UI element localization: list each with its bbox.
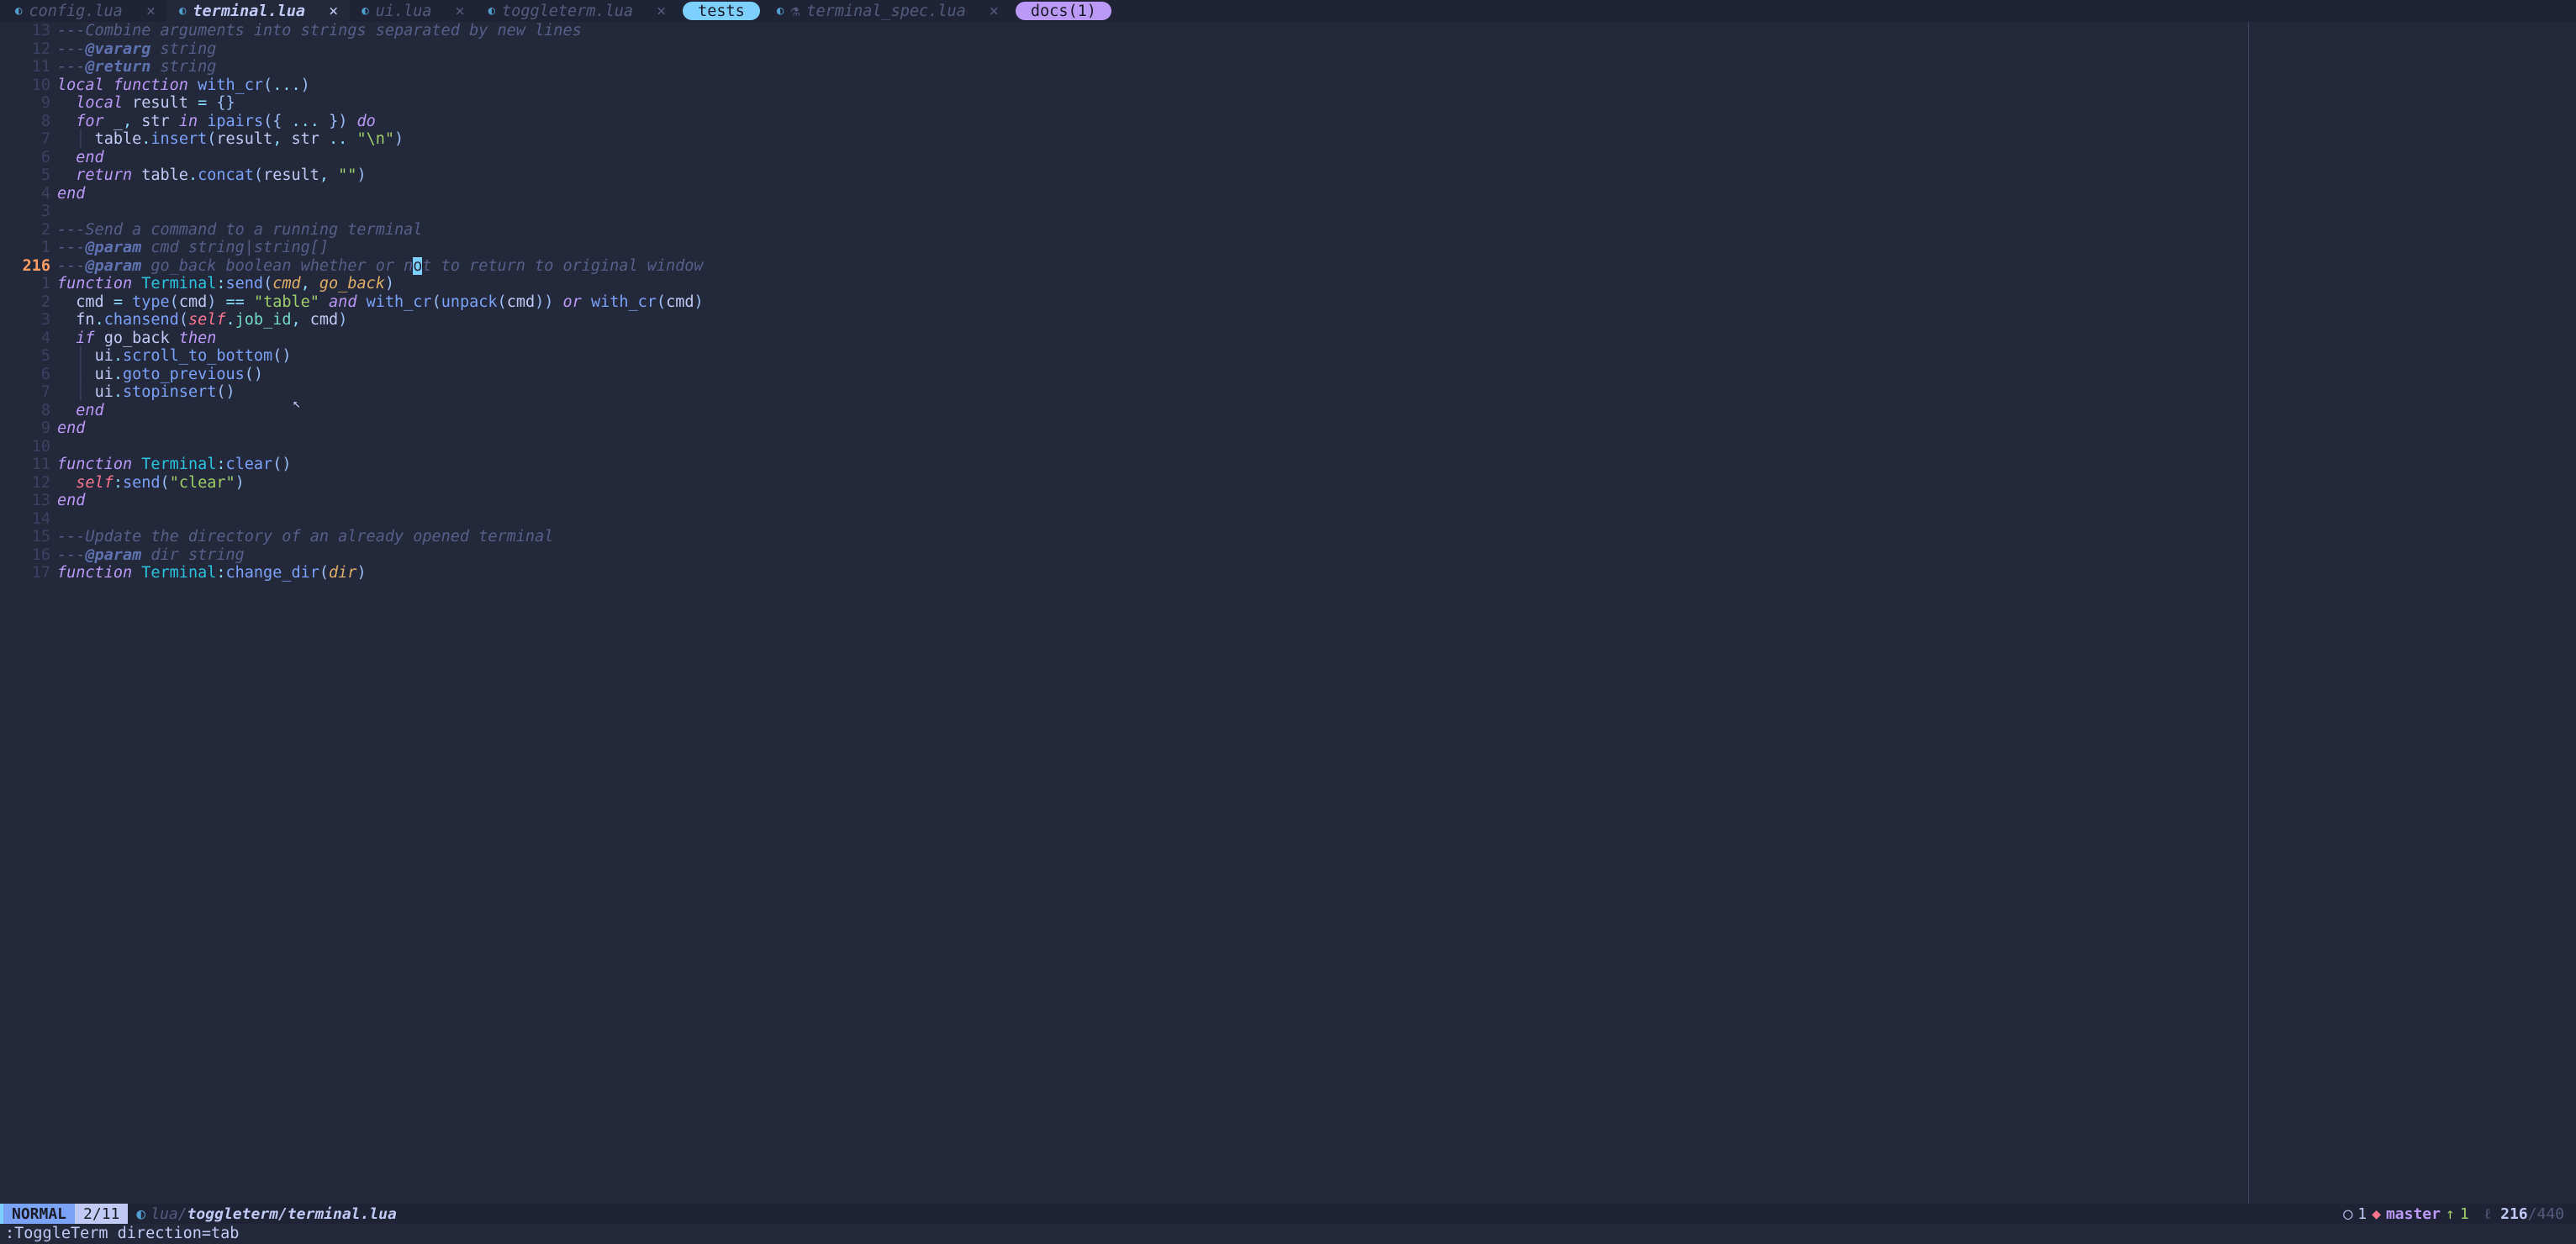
main-area: 1312111098765432121612345678910111213141…	[0, 22, 2576, 1204]
code-line[interactable]: local function with_cr(...)	[57, 76, 2248, 95]
path-prefix: lua/	[150, 1205, 187, 1223]
close-icon[interactable]: ×	[990, 3, 999, 20]
tab-label: terminal.lua	[193, 3, 305, 20]
cursor-position: ℓ 216/440	[2484, 1205, 2564, 1223]
code-line[interactable]: ---Update the directory of an already op…	[57, 528, 2248, 546]
code-line[interactable]: ---@param cmd string|string[]	[57, 239, 2248, 257]
lua-icon: ◐	[136, 1205, 145, 1223]
code-line[interactable]: function Terminal:change_dir(dir)	[57, 564, 2248, 582]
tab-config[interactable]: ◐ config.lua ×	[3, 0, 167, 22]
code-line[interactable]: for _, str in ipairs({ ... }) do	[57, 113, 2248, 131]
close-icon[interactable]: ×	[146, 3, 156, 20]
tabline: ◐ config.lua × ◐ terminal.lua × ◐ ui.lua…	[0, 0, 2576, 22]
tests-pill[interactable]: tests	[683, 2, 760, 20]
diff-icon: ◆	[2372, 1205, 2381, 1223]
code-line[interactable]: function Terminal:clear()	[57, 456, 2248, 474]
lua-icon: ◐	[777, 4, 784, 18]
code-line[interactable]: ---Combine arguments into strings separa…	[57, 22, 2248, 40]
code-line[interactable]	[57, 203, 2248, 221]
tab-ui[interactable]: ◐ ui.lua ×	[350, 0, 476, 22]
tab-terminal[interactable]: ◐ terminal.lua ×	[167, 0, 350, 22]
code-line[interactable]: fn.chansend(self.job_id, cmd)	[57, 311, 2248, 329]
lua-icon: ◐	[15, 4, 22, 18]
editor-root: ◐ config.lua × ◐ terminal.lua × ◐ ui.lua…	[0, 0, 2576, 1244]
tab-label: terminal_spec.lua	[806, 3, 965, 20]
statusline: NORMAL 2/11 ◐ lua/toggleterm/terminal.lu…	[0, 1204, 2576, 1224]
code-line[interactable]: end	[57, 492, 2248, 510]
command-line[interactable]: :ToggleTerm direction=tab	[0, 1224, 2576, 1244]
code-line[interactable]: ---@vararg string	[57, 40, 2248, 59]
code-split-left[interactable]: 1312111098765432121612345678910111213141…	[0, 22, 2248, 1204]
code-line[interactable]: end	[57, 419, 2248, 438]
code-line[interactable]: │ ui.stopinsert()	[57, 383, 2248, 402]
code-line[interactable]: ---@return string	[57, 58, 2248, 76]
lua-icon: ◐	[362, 4, 368, 18]
code-line[interactable]: return table.concat(result, "")	[57, 166, 2248, 185]
code-line[interactable]: │ ui.goto_previous()	[57, 366, 2248, 384]
git-branch: master	[2386, 1205, 2441, 1223]
code-line[interactable]	[57, 510, 2248, 529]
code-line[interactable]: ---@param dir string	[57, 546, 2248, 565]
git-ahead-count: 1	[2460, 1205, 2469, 1223]
close-icon[interactable]: ×	[329, 3, 338, 20]
tab-spec[interactable]: ◐ ⚗ terminal_spec.lua ×	[765, 0, 1011, 22]
code-line[interactable]: if go_back then	[57, 329, 2248, 348]
code-line[interactable]: local result = {}	[57, 94, 2248, 113]
tab-label: ui.lua	[376, 3, 432, 20]
line-number-gutter: 1312111098765432121612345678910111213141…	[0, 22, 57, 1204]
code-line[interactable]: │ ui.scroll_to_bottom()	[57, 347, 2248, 366]
tab-toggleterm[interactable]: ◐ toggleterm.lua ×	[477, 0, 678, 22]
close-icon[interactable]: ×	[455, 3, 464, 20]
git-status: ◯ 1 ◆ master ↑ 1	[2343, 1205, 2468, 1223]
git-changes: 1	[2357, 1205, 2367, 1223]
tab-label: toggleterm.lua	[502, 3, 633, 20]
code-line[interactable]: cmd = type(cmd) == "table" and with_cr(u…	[57, 293, 2248, 312]
close-icon[interactable]: ×	[657, 3, 666, 20]
code-line[interactable]	[57, 438, 2248, 456]
code-line[interactable]: self:send("clear")	[57, 474, 2248, 493]
code-line[interactable]: │ table.insert(result, str .. "\n")	[57, 130, 2248, 149]
code-split-right[interactable]	[2248, 22, 2576, 1204]
code-line[interactable]: end	[57, 149, 2248, 167]
code-line[interactable]: ---@param go_back boolean whether or not…	[57, 257, 2248, 276]
mode-indicator: NORMAL	[0, 1204, 75, 1224]
code-line[interactable]: end	[57, 185, 2248, 203]
docs-pill[interactable]: docs(1)	[1016, 2, 1111, 20]
lua-icon: ◐	[179, 4, 186, 18]
flask-icon: ⚗	[790, 3, 800, 20]
git-ahead-icon: ↑	[2446, 1205, 2455, 1223]
lua-icon: ◐	[488, 4, 495, 18]
line-num: 216	[2500, 1205, 2528, 1223]
code-line[interactable]: end	[57, 402, 2248, 420]
code-line[interactable]: ---Send a command to a running terminal	[57, 221, 2248, 240]
code-line[interactable]: function Terminal:send(cmd, go_back)	[57, 275, 2248, 293]
github-icon: ◯	[2343, 1205, 2352, 1223]
file-path: ◐ lua/toggleterm/terminal.lua	[128, 1205, 404, 1223]
code-buffer[interactable]: ↖ ---Combine arguments into strings sepa…	[57, 22, 2248, 1204]
line-total: 440	[2536, 1205, 2564, 1223]
statusline-right: ◯ 1 ◆ master ↑ 1 ℓ 216/440	[2331, 1205, 2576, 1223]
path-mid: toggleterm/	[187, 1205, 288, 1223]
tab-label: config.lua	[29, 3, 122, 20]
path-file: terminal.lua	[288, 1205, 397, 1223]
search-count: 2/11	[75, 1204, 128, 1224]
